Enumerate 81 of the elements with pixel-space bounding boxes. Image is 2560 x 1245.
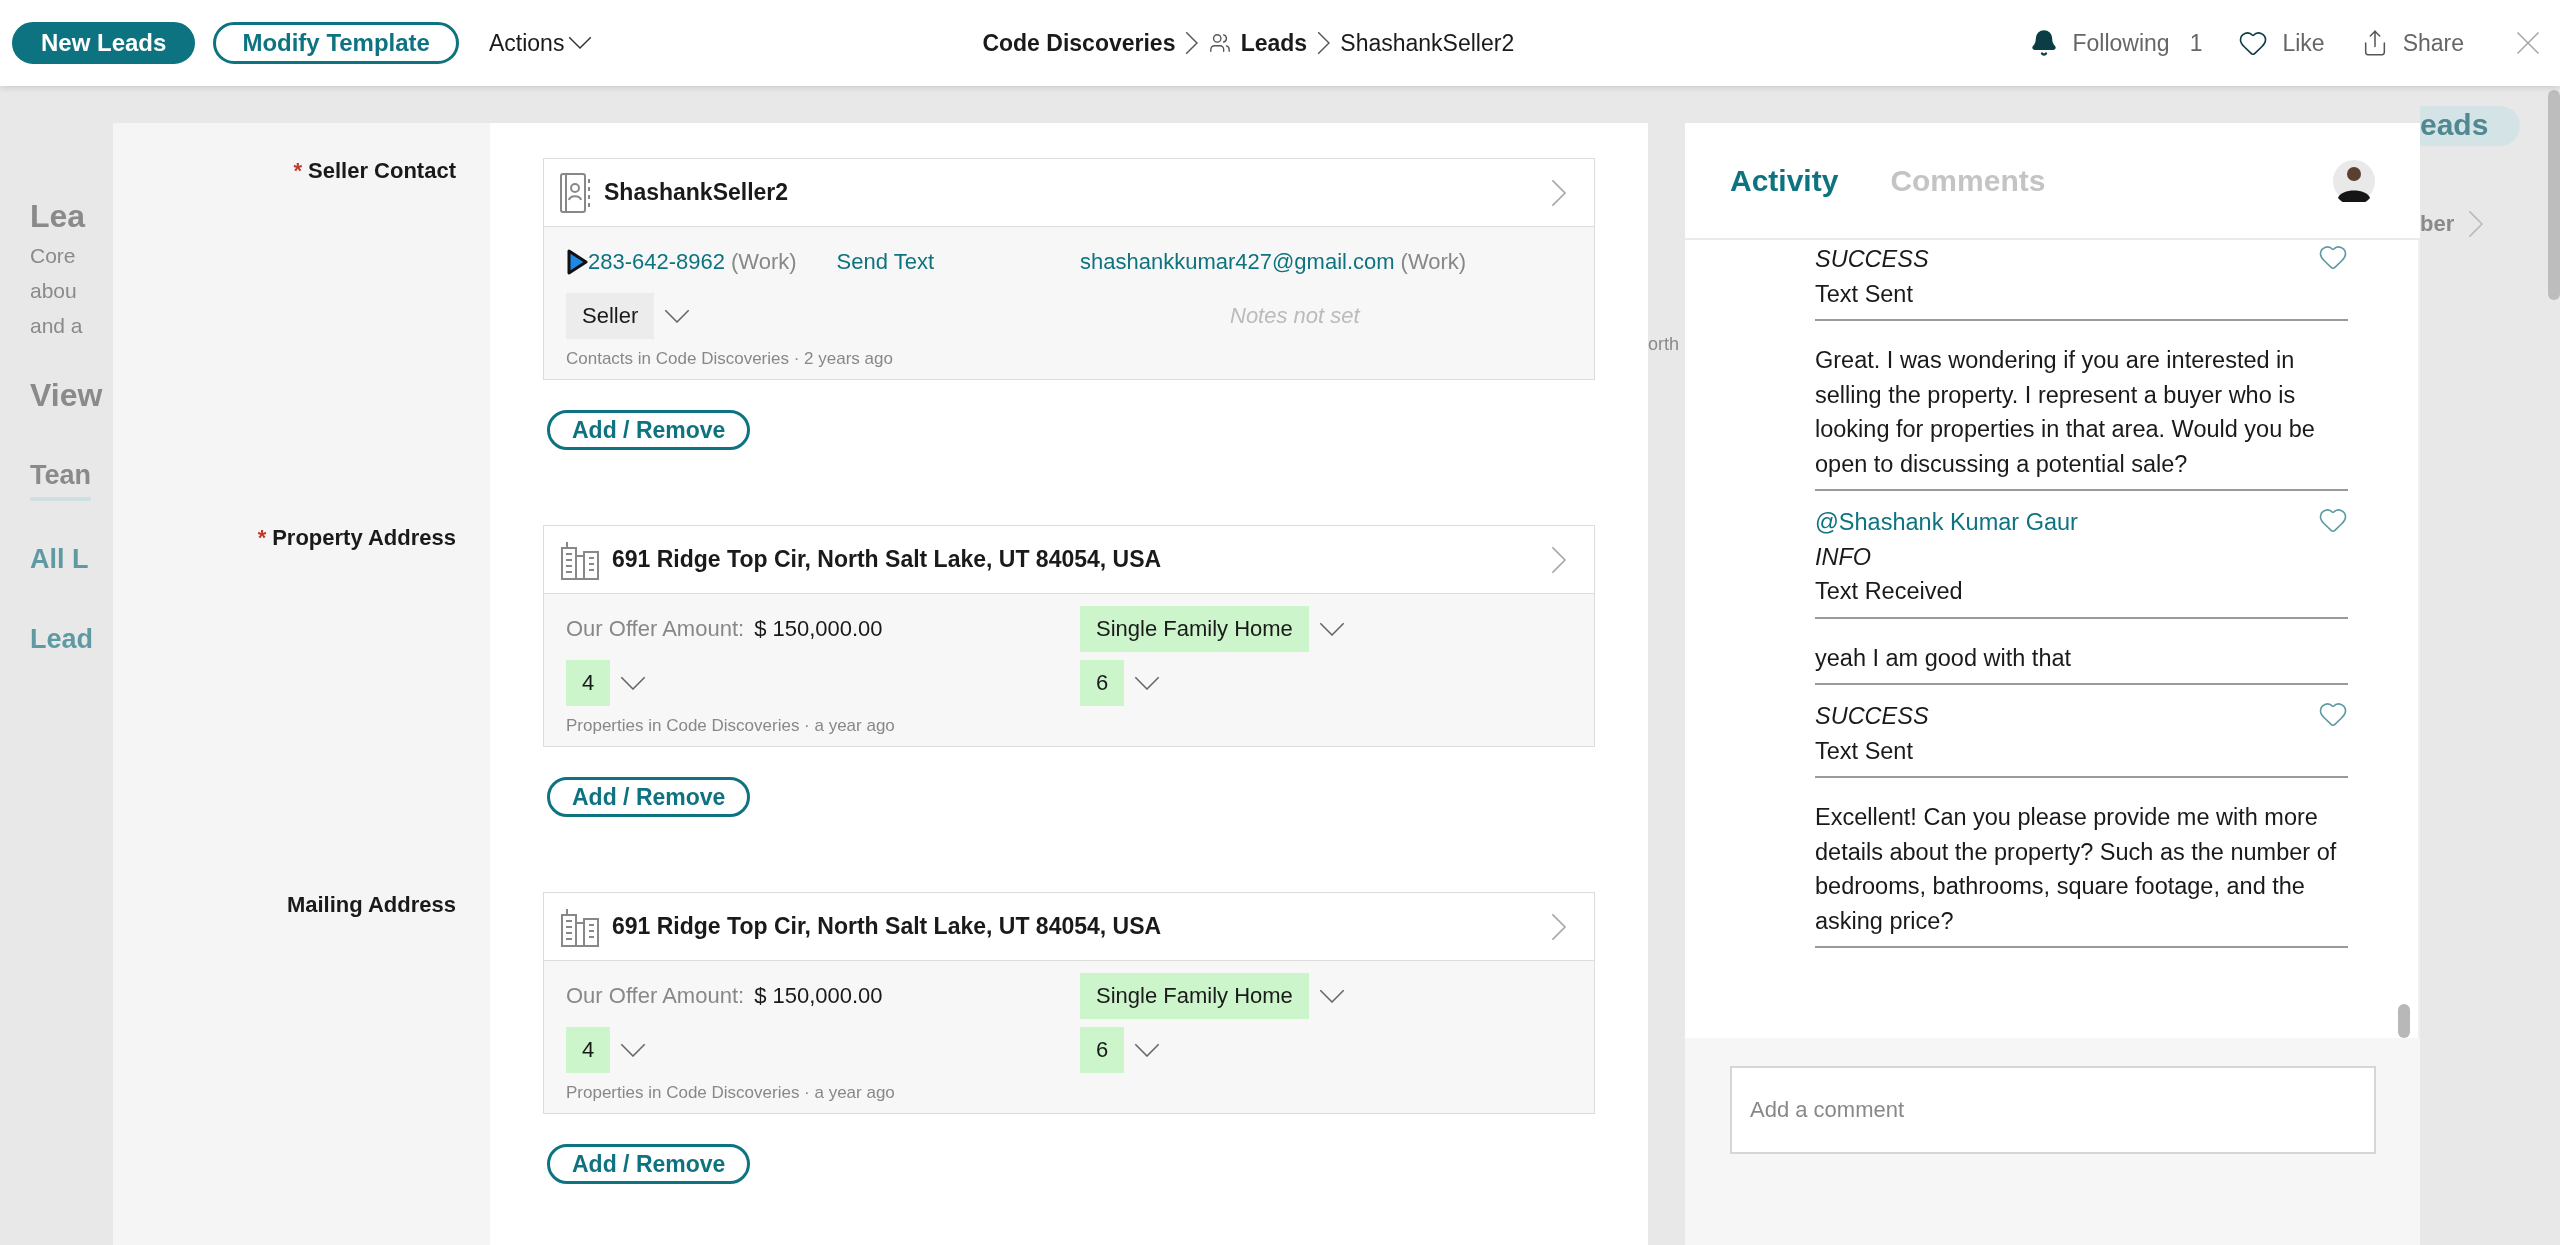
- chevron-down-icon[interactable]: [1318, 988, 1345, 1004]
- status-text: SUCCESS: [1815, 702, 1929, 731]
- add-remove-button[interactable]: Add / Remove: [547, 1144, 751, 1184]
- bedrooms-dropdown[interactable]: 4: [566, 660, 611, 706]
- message-text: Excellent! Can you please provide me with more details about the property? Such as the number of bedrooms, bathrooms, square footage, and the asking price?: [1815, 803, 2338, 936]
- chevron-down-icon[interactable]: [620, 1042, 647, 1058]
- phone-type: (Work): [731, 249, 797, 275]
- contact-name: ShashankSeller2: [604, 179, 789, 206]
- offer-amount: $ 150,000.00: [754, 983, 883, 1009]
- email-link[interactable]: shashankkumar427@gmail.com: [1080, 249, 1395, 275]
- home-type-dropdown[interactable]: Single Family Home: [1080, 606, 1309, 652]
- message-text: Great. I was wondering if you are interested in selling the property. I represent a buyer who is looking for properties in that area. Would you be open to discussing a potential sale?: [1815, 346, 2316, 479]
- chevron-right-icon: [2468, 210, 2484, 238]
- actions-menu[interactable]: Actions: [488, 29, 593, 57]
- new-leads-button[interactable]: New Leads: [12, 22, 196, 64]
- breadcrumb-link[interactable]: Leads: [1240, 29, 1308, 57]
- role-dropdown[interactable]: Seller: [566, 293, 655, 339]
- chevron-down-icon: [568, 36, 593, 50]
- following-label[interactable]: Following: [2072, 29, 2170, 57]
- chevron-down-icon[interactable]: [1134, 1042, 1161, 1058]
- event-text: Text Sent: [1815, 736, 1913, 766]
- field-label: * Property Address: [257, 525, 456, 550]
- page-scrollbar[interactable]: [2548, 90, 2560, 300]
- offer-label: Our Offer Amount:: [566, 983, 745, 1009]
- mention-link[interactable]: @Shashank Kumar Gaur: [1815, 505, 2078, 540]
- message-text: yeah I am good with that: [1815, 643, 2073, 673]
- offer-amount: $ 150,000.00: [754, 616, 883, 642]
- add-remove-button[interactable]: Add / Remove: [547, 777, 751, 817]
- breadcrumb-link[interactable]: ShashankSeller2: [1340, 29, 1515, 57]
- modify-template-button[interactable]: Modify Template: [213, 22, 459, 64]
- background-text: Core: [30, 243, 76, 269]
- chevron-down-icon[interactable]: [620, 675, 647, 691]
- card-footer: Properties in Code Discoveries · a year ago: [566, 1081, 1572, 1103]
- phone-link[interactable]: 283-642-8962: [588, 249, 725, 275]
- scrollbar-thumb[interactable]: [2398, 1004, 2410, 1038]
- event-text: Text Received: [1815, 577, 1963, 606]
- chevron-down-icon[interactable]: [664, 308, 691, 324]
- background-text: orth: [1648, 334, 1680, 354]
- breadcrumb-link[interactable]: Code Discoveries: [982, 29, 1176, 57]
- contact-book-icon: [560, 172, 592, 213]
- bell-icon[interactable]: [2030, 29, 2059, 57]
- building-icon: [560, 539, 600, 580]
- background-text: Tean: [30, 453, 91, 501]
- card-footer: Contacts in Code Discoveries · 2 years ago: [566, 347, 1572, 369]
- play-icon: [566, 249, 588, 275]
- send-text-link[interactable]: Send Text: [836, 249, 935, 275]
- background-text: ber: [2420, 211, 2455, 237]
- chevron-down-icon[interactable]: [1318, 621, 1345, 637]
- background-pill: eads: [2420, 106, 2521, 146]
- field-label: * Seller Contact: [293, 158, 456, 183]
- background-text: View: [30, 376, 103, 415]
- background-text: and a: [30, 313, 83, 339]
- status-text: SUCCESS: [1815, 245, 1929, 274]
- background-text: Lea: [30, 197, 86, 236]
- email-type: (Work): [1400, 249, 1467, 275]
- panel-tab[interactable]: Activity: [1730, 163, 1839, 198]
- chevron-right-icon: [1317, 31, 1331, 55]
- field-label: Mailing Address: [286, 892, 456, 917]
- background-text: Lead: [30, 623, 94, 656]
- bedrooms-dropdown[interactable]: 4: [566, 1027, 611, 1073]
- chevron-down-icon[interactable]: [1134, 675, 1161, 691]
- bathrooms-dropdown[interactable]: 6: [1080, 1027, 1125, 1073]
- following-count: 1: [2189, 29, 2203, 57]
- add-remove-button[interactable]: Add / Remove: [547, 410, 751, 450]
- bathrooms-dropdown[interactable]: 6: [1080, 660, 1125, 706]
- background-text: All L: [30, 543, 89, 576]
- group-icon: [1208, 32, 1231, 54]
- like-link[interactable]: Like: [2238, 28, 2325, 58]
- chevron-right-icon: [1185, 31, 1199, 55]
- comment-field[interactable]: Add a comment: [1730, 1066, 2376, 1154]
- status-text: INFO: [1815, 542, 1872, 572]
- home-type-dropdown[interactable]: Single Family Home: [1080, 973, 1309, 1019]
- share-link[interactable]: Share: [2360, 29, 2464, 57]
- offer-label: Our Offer Amount:: [566, 616, 745, 642]
- background-text: abou: [30, 278, 77, 304]
- card-footer: Properties in Code Discoveries · a year ago: [566, 714, 1572, 736]
- property-address: 691 Ridge Top Cir, North Salt Lake, UT 84054, USA: [612, 546, 1162, 573]
- event-text: Text Sent: [1815, 279, 1913, 309]
- property-address: 691 Ridge Top Cir, North Salt Lake, UT 84054, USA: [612, 913, 1162, 940]
- building-icon: [560, 906, 600, 947]
- avatar[interactable]: [2333, 159, 2375, 202]
